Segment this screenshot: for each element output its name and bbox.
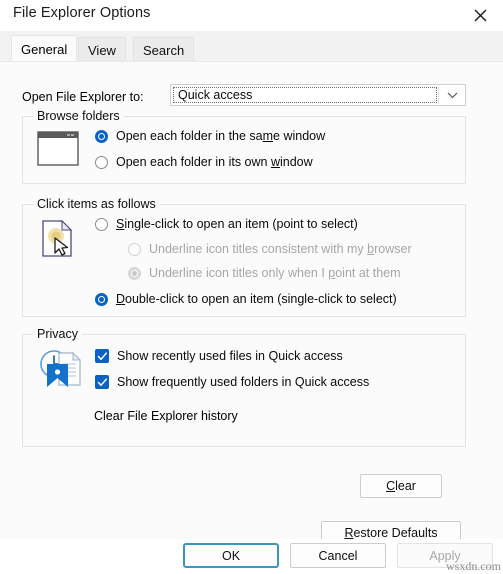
checkbox-indicator [95, 375, 109, 389]
clear-button-label: Clear [386, 479, 416, 493]
close-icon [474, 9, 486, 22]
window-title: File Explorer Options [13, 5, 151, 21]
radio-indicator [95, 129, 108, 143]
radio-underline-point: Underline icon titles only when I point … [128, 266, 401, 280]
radio-indicator [95, 217, 108, 231]
checkbox-frequent-folders[interactable]: Show frequently used folders in Quick ac… [95, 375, 369, 389]
privacy-title: Privacy [33, 327, 82, 341]
ok-button[interactable]: OK [183, 543, 279, 568]
radio-double-click[interactable]: Double-click to open an item (single-cli… [95, 292, 397, 306]
radio-indicator [95, 292, 108, 306]
radio-underline-point-label: Underline icon titles only when I point … [149, 266, 401, 280]
cancel-button[interactable]: Cancel [290, 543, 386, 568]
watermark: wsxdn.com [446, 559, 501, 573]
open-to-combobox[interactable]: Quick access [170, 84, 466, 106]
checkbox-recent-files-label: Show recently used files in Quick access [117, 349, 343, 363]
open-to-dropdown-button[interactable] [439, 85, 465, 105]
browse-folders-group: Browse folders Open each folder in the s… [22, 109, 466, 184]
restore-defaults-label: Restore Defaults [344, 526, 438, 540]
checkbox-frequent-folders-label: Show frequently used folders in Quick ac… [117, 375, 370, 389]
window-icon [37, 131, 79, 170]
radio-own-window-label: Open each folder in its own window [116, 155, 313, 169]
tab-search-label: Search [143, 42, 185, 58]
radio-own-window[interactable]: Open each folder in its own window [95, 155, 313, 169]
clear-button[interactable]: Clear [360, 474, 442, 498]
radio-same-window[interactable]: Open each folder in the same window [95, 129, 325, 143]
general-tab-panel: Open File Explorer to: Quick access Brow… [0, 61, 503, 545]
privacy-group: Privacy Show recently used files in Quic… [22, 327, 466, 447]
open-to-value: Quick access [178, 88, 253, 102]
title-bar: File Explorer Options [0, 0, 503, 31]
tab-general[interactable]: General [11, 35, 78, 62]
cancel-button-label: Cancel [318, 548, 358, 563]
browse-folders-title: Browse folders [33, 109, 124, 123]
checkbox-indicator [95, 349, 109, 363]
clear-history-label: Clear File Explorer history [94, 409, 238, 423]
radio-single-click[interactable]: Single-click to open an item (point to s… [95, 217, 358, 231]
radio-same-window-label: Open each folder in the same window [116, 129, 326, 143]
radio-single-click-label: Single-click to open an item (point to s… [116, 217, 358, 231]
radio-indicator [95, 155, 108, 169]
click-items-group: Click items as follows Single-click to o… [22, 197, 466, 317]
chevron-down-icon [447, 92, 457, 98]
tab-strip: General View Search [0, 31, 503, 62]
radio-indicator [128, 266, 141, 280]
checkbox-recent-files[interactable]: Show recently used files in Quick access [95, 349, 343, 363]
ok-button-label: OK [221, 548, 241, 563]
tab-view[interactable]: View [78, 37, 126, 62]
history-document-icon [37, 347, 85, 394]
radio-underline-browser: Underline icon titles consistent with my… [128, 242, 412, 256]
open-to-label: Open File Explorer to: [22, 90, 144, 104]
checkmark-icon [97, 378, 108, 387]
tab-view-label: View [88, 42, 116, 58]
radio-underline-browser-label: Underline icon titles consistent with my… [149, 242, 412, 256]
tab-general-label: General [21, 41, 68, 57]
click-items-title: Click items as follows [33, 197, 160, 211]
radio-indicator [128, 242, 141, 256]
checkmark-icon [97, 352, 108, 361]
radio-double-click-label: Double-click to open an item (single-cli… [116, 292, 397, 306]
close-button[interactable] [457, 0, 503, 31]
pointer-document-icon [40, 219, 76, 262]
tab-search[interactable]: Search [133, 37, 195, 62]
